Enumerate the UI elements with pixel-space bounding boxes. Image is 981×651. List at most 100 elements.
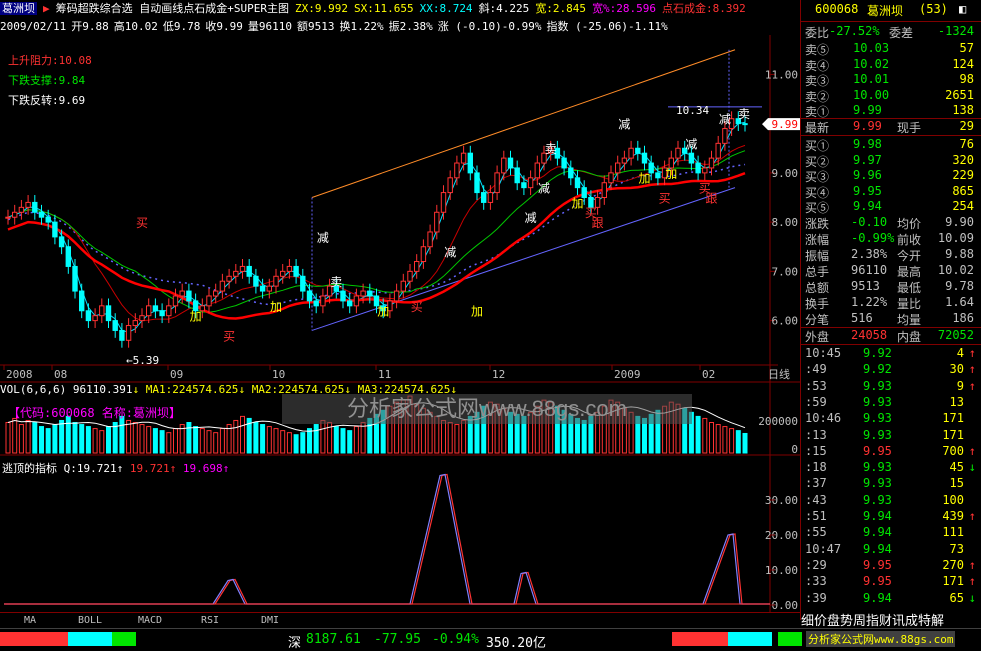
candle-body xyxy=(320,295,326,307)
volume-bar xyxy=(152,428,158,454)
candle-body xyxy=(38,211,45,218)
status-bar-up2 xyxy=(672,632,728,646)
tab-dmi[interactable]: DMI xyxy=(240,615,300,629)
tick-price: 9.95 xyxy=(863,443,892,458)
bid-volume: 76 xyxy=(959,137,974,151)
candle-body xyxy=(400,280,407,292)
bid-volume: 865 xyxy=(952,183,974,198)
tick-volume: 15 xyxy=(949,476,964,491)
chart-area[interactable]: 葛洲坝 ▶ 筹码超跌综合选 自动画线点石成金+SUPER主图 ZX:9.992 SX:1… xyxy=(0,0,800,651)
ask-label: 卖④ xyxy=(805,58,830,73)
last-price-label: 9.99 xyxy=(772,118,799,131)
support-note: 下跌支撑:9.84 xyxy=(8,74,86,87)
volume-bar xyxy=(581,419,587,454)
signal-mai_in: 买 xyxy=(659,191,671,205)
candle-body xyxy=(353,295,360,307)
stat-row: 换手 1.22% 量比 1.64 xyxy=(801,295,981,312)
candle-body xyxy=(52,221,58,238)
tab-boll[interactable]: BOLL xyxy=(60,615,120,629)
tab-macd[interactable]: MACD xyxy=(120,615,180,629)
stat-value: 1.64 xyxy=(945,295,974,309)
sell-signal-right: 卖 xyxy=(738,107,750,121)
tick-volume: 270 xyxy=(942,557,964,572)
volume-bar xyxy=(300,432,306,454)
candle-body xyxy=(347,300,353,307)
volume-bar xyxy=(12,417,18,454)
right-panel: 600068 葛洲坝 (53) ◧ 委比 -27.52% 委差 -1324 卖⑤… xyxy=(800,0,981,629)
stat-value: 10.09 xyxy=(937,231,974,245)
signal-jia: 加 xyxy=(377,305,389,319)
y-tick-label: 9.00 xyxy=(772,167,799,180)
volume-bar xyxy=(99,430,105,454)
volume-bar xyxy=(45,428,51,454)
candle-body xyxy=(501,157,507,174)
candle-body xyxy=(206,295,212,307)
volume-bar xyxy=(159,430,165,454)
signal-jian: 减 xyxy=(317,231,329,245)
signal-mai_in: 买 xyxy=(136,216,148,230)
signal-mai_out: 卖 xyxy=(330,275,342,289)
candle-body xyxy=(507,157,514,169)
candle-body xyxy=(340,290,346,302)
x-tick-label: 09 xyxy=(170,368,183,381)
latest-row: 最新 9.99 现手 29 xyxy=(801,118,981,136)
right-footer[interactable]: 细价盘势周指财讯成特解 xyxy=(801,610,981,629)
candle-body xyxy=(45,216,51,223)
tick-volume: 30 xyxy=(949,362,964,377)
brand[interactable]: 分析家公式网www.88gs.com xyxy=(806,631,956,647)
stat-value: 9.78 xyxy=(945,279,974,293)
tick-volume: 65 xyxy=(949,590,964,605)
candle-body xyxy=(534,162,540,179)
candle-body xyxy=(132,320,139,327)
volume-bar xyxy=(353,426,359,454)
stat-value: 9513 xyxy=(851,279,880,293)
signal-jia: 加 xyxy=(665,167,677,181)
stat-value: 1.22% xyxy=(851,295,888,309)
weibi-label: 委比 xyxy=(805,26,830,40)
signal-jian: 减 xyxy=(525,211,537,225)
tab-ma[interactable]: MA xyxy=(0,615,60,629)
candle-body xyxy=(527,177,534,189)
bid-volume: 229 xyxy=(952,168,974,182)
bid-label: 买① xyxy=(805,139,830,153)
volume-bar xyxy=(293,434,299,454)
tick-row: :39 9.94 65 ↓ xyxy=(801,591,981,608)
volume-bar xyxy=(92,428,98,454)
tick-row: 10:45 9.92 4 ↑ xyxy=(801,346,981,363)
status-bar-down xyxy=(112,632,136,646)
volume-bar xyxy=(32,422,38,454)
vol-y-label: 200000 xyxy=(758,415,798,428)
up-arrow-icon: ↑ xyxy=(968,557,976,572)
stat-label: 涨幅 xyxy=(805,233,830,247)
bid-price: 9.97 xyxy=(853,152,882,167)
lock-icon[interactable]: ◧ xyxy=(959,2,966,16)
volume-bar xyxy=(715,424,721,454)
tick-time: :49 xyxy=(805,362,827,377)
candle-body xyxy=(239,265,246,272)
candle-body xyxy=(226,275,232,282)
weibi-value: -27.52% xyxy=(829,24,880,38)
volume-bar xyxy=(139,424,145,454)
candle-body xyxy=(146,305,152,317)
x-tick-label: 12 xyxy=(492,368,505,381)
tick-row: :59 9.93 13 xyxy=(801,395,981,412)
volume-bar xyxy=(59,419,65,454)
bid-price: 9.96 xyxy=(853,168,882,182)
vol-title: VOL(6,6,6) xyxy=(0,383,67,396)
tick-row: :18 9.93 45 ↓ xyxy=(801,460,981,477)
tab-rsi[interactable]: RSI xyxy=(180,615,240,629)
bid-price: 9.95 xyxy=(853,183,882,198)
volume-bar xyxy=(219,428,225,454)
up-arrow-icon: ↑ xyxy=(968,574,976,589)
candle-body xyxy=(628,147,634,159)
esc-y-label: 0.00 xyxy=(772,599,799,612)
candle-body xyxy=(152,305,159,312)
chart-canvas[interactable]: 6.00 7.00 8.00 9.00 10.00 11.00 2008 08 09 10 11 12… xyxy=(0,0,800,612)
candle-body xyxy=(266,285,273,292)
tick-price: 9.93 xyxy=(863,492,892,507)
volume-bar xyxy=(742,432,748,454)
tick-row: 10:46 9.93 171 xyxy=(801,411,981,428)
market-amt: 350.20亿 xyxy=(486,636,546,651)
xianshou-value: 29 xyxy=(959,119,974,133)
candle-body xyxy=(474,172,480,194)
